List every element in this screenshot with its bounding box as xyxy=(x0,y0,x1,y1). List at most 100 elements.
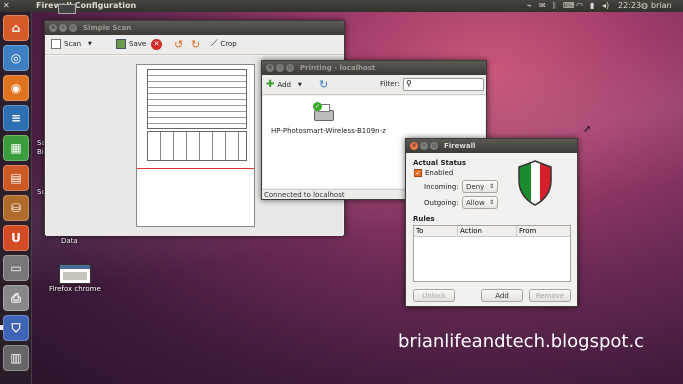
scan-button[interactable]: Scan ▼ xyxy=(51,39,92,49)
outgoing-label: Outgoing: xyxy=(424,199,459,207)
desktop-label-partial[interactable]: Bi xyxy=(37,148,44,156)
rules-table: To Action From xyxy=(413,225,571,282)
crop-label: Crop xyxy=(220,40,237,48)
connection-status: Connected to localhost xyxy=(264,191,345,199)
save-icon xyxy=(116,39,126,49)
remove-rule-button[interactable]: Remove xyxy=(529,289,571,302)
firefox-icon[interactable]: ◉ xyxy=(3,75,29,101)
add-rule-button[interactable]: Add xyxy=(481,289,523,302)
bluetooth-icon[interactable]: ᛒ xyxy=(552,1,557,10)
outgoing-value: Allow xyxy=(466,198,485,207)
window-title: Printing - localhost xyxy=(300,64,376,72)
firefox-chrome-thumbnail[interactable] xyxy=(59,264,91,284)
close-icon[interactable]: × xyxy=(266,64,274,72)
column-header-to[interactable]: To xyxy=(416,227,423,235)
outgoing-select[interactable]: Allow ⇕ xyxy=(462,196,498,209)
messaging-icon[interactable]: ✉ xyxy=(539,1,546,10)
maximize-icon[interactable]: ▫ xyxy=(286,64,294,72)
incoming-value: Deny xyxy=(466,182,485,191)
enabled-checkbox[interactable]: ✓ xyxy=(414,169,422,177)
cancel-icon[interactable]: ✕ xyxy=(151,39,162,50)
refresh-icon[interactable]: ↻ xyxy=(319,78,328,91)
filter-input[interactable]: ⚲ xyxy=(403,78,484,91)
printing-titlebar[interactable]: × – ▫ Printing - localhost xyxy=(262,61,486,75)
close-icon[interactable]: × xyxy=(49,24,57,32)
running-indicator xyxy=(0,325,3,330)
column-header-from[interactable]: From xyxy=(519,227,536,235)
simple-scan-titlebar[interactable]: × – ▫ Simple Scan xyxy=(45,21,344,35)
actual-status-heading: Actual Status xyxy=(413,159,467,167)
top-panel: ✕ Firewall Configuration ⌁ ✉ ᛒ ⌨ ◠ ▮ ◂) … xyxy=(0,0,683,12)
rules-table-header: To Action From xyxy=(414,226,570,237)
column-header-action[interactable]: Action xyxy=(460,227,482,235)
volume-icon[interactable]: ◂) xyxy=(602,1,609,10)
impress-icon[interactable]: ▤ xyxy=(3,165,29,191)
printer-item-icon[interactable]: ✓ xyxy=(311,102,337,124)
writer-icon[interactable]: ≡ xyxy=(3,105,29,131)
maximize-icon[interactable]: ▫ xyxy=(430,142,438,150)
filter-label: Filter: xyxy=(380,80,400,88)
enabled-label: Enabled xyxy=(425,169,454,177)
maximize-icon[interactable]: ▫ xyxy=(69,24,77,32)
search-icon: ⚲ xyxy=(406,79,412,88)
save-button[interactable]: Save xyxy=(116,39,146,49)
firewall-window: × – ▫ Firewall Actual Status ✓ Enabled I… xyxy=(405,138,578,307)
printer-icon[interactable]: ⎙ xyxy=(3,285,29,311)
chevron-down-icon: ⇕ xyxy=(488,183,494,190)
rotate-left-icon[interactable]: ↺ xyxy=(174,38,183,51)
scanned-form-top xyxy=(147,69,247,129)
user-icon: ◍ xyxy=(641,1,648,10)
software-center-icon[interactable]: ⛁ xyxy=(3,195,29,221)
minimize-icon[interactable]: – xyxy=(420,142,428,150)
firewall-titlebar[interactable]: × – ▫ Firewall xyxy=(406,139,577,153)
plus-icon: ✚ xyxy=(266,79,275,90)
minimize-icon[interactable]: – xyxy=(276,64,284,72)
unlock-button[interactable]: Unlock xyxy=(413,289,455,302)
window-title: Firewall xyxy=(444,142,476,150)
rules-heading: Rules xyxy=(413,215,435,223)
scanned-page[interactable] xyxy=(136,64,255,227)
default-check-icon: ✓ xyxy=(313,102,322,111)
window-title: Simple Scan xyxy=(83,24,132,32)
printer-name[interactable]: HP-Photosmart-Wireless-B109n-z xyxy=(271,127,386,135)
minimize-icon[interactable]: – xyxy=(59,24,67,32)
page-break-line xyxy=(137,168,254,169)
signal-icon[interactable]: ⌁ xyxy=(527,1,532,10)
scanned-form-bottom xyxy=(147,131,247,161)
crop-button[interactable]: ⟋ Crop xyxy=(211,39,237,49)
app-title: Firewall Configuration xyxy=(36,1,137,10)
add-label: Add xyxy=(277,80,291,89)
scanner-icon[interactable]: ▭ xyxy=(3,255,29,281)
ubuntu-one-icon[interactable]: U xyxy=(3,225,29,251)
scan-toolbar: Scan ▼ Save ✕ ↺ ↻ ⟋ Crop xyxy=(45,35,344,55)
home-folder-icon[interactable]: ⌂ xyxy=(3,15,29,41)
dropdown-arrow-icon[interactable]: ▼ xyxy=(88,41,92,47)
keyboard-icon[interactable]: ⌨ xyxy=(563,1,575,10)
mouse-pointer-icon: ➚ xyxy=(583,124,592,135)
network-icon[interactable]: ◠ xyxy=(576,1,583,10)
calc-icon[interactable]: ▦ xyxy=(3,135,29,161)
scan-label: Scan xyxy=(64,40,82,48)
rotate-right-icon[interactable]: ↻ xyxy=(191,38,200,51)
trash-icon[interactable]: ▥ xyxy=(3,345,29,371)
firewall-icon[interactable]: ⛉ xyxy=(3,315,29,341)
close-icon[interactable]: × xyxy=(410,142,418,150)
incoming-select[interactable]: Deny ⇕ xyxy=(462,180,498,193)
clock[interactable]: 22:23 xyxy=(618,1,641,10)
battery-icon[interactable]: ▮ xyxy=(590,1,594,10)
desktop-icon-computer[interactable] xyxy=(58,4,76,14)
close-icon[interactable]: ✕ xyxy=(3,1,10,10)
add-printer-button[interactable]: ✚ Add ▼ xyxy=(266,79,302,90)
chromium-icon[interactable]: ◎ xyxy=(3,45,29,71)
desktop-icon-data[interactable]: Data xyxy=(61,237,78,245)
desktop-icon-firefox-chrome[interactable]: Firefox chrome xyxy=(49,285,101,293)
user-name[interactable]: brian xyxy=(651,1,672,10)
crop-icon: ⟋ xyxy=(211,39,218,49)
shield-icon xyxy=(518,160,552,206)
printing-toolbar: ✚ Add ▼ ↻ Filter: ⚲ xyxy=(262,75,486,95)
chevron-down-icon: ⇕ xyxy=(488,199,494,206)
dropdown-arrow-icon[interactable]: ▼ xyxy=(298,82,302,88)
launcher: ⌂ ◎ ◉ ≡ ▦ ▤ ⛁ U ▭ ⎙ ⛉ ▥ xyxy=(0,12,32,384)
incoming-label: Incoming: xyxy=(424,183,459,191)
save-label: Save xyxy=(129,40,147,48)
